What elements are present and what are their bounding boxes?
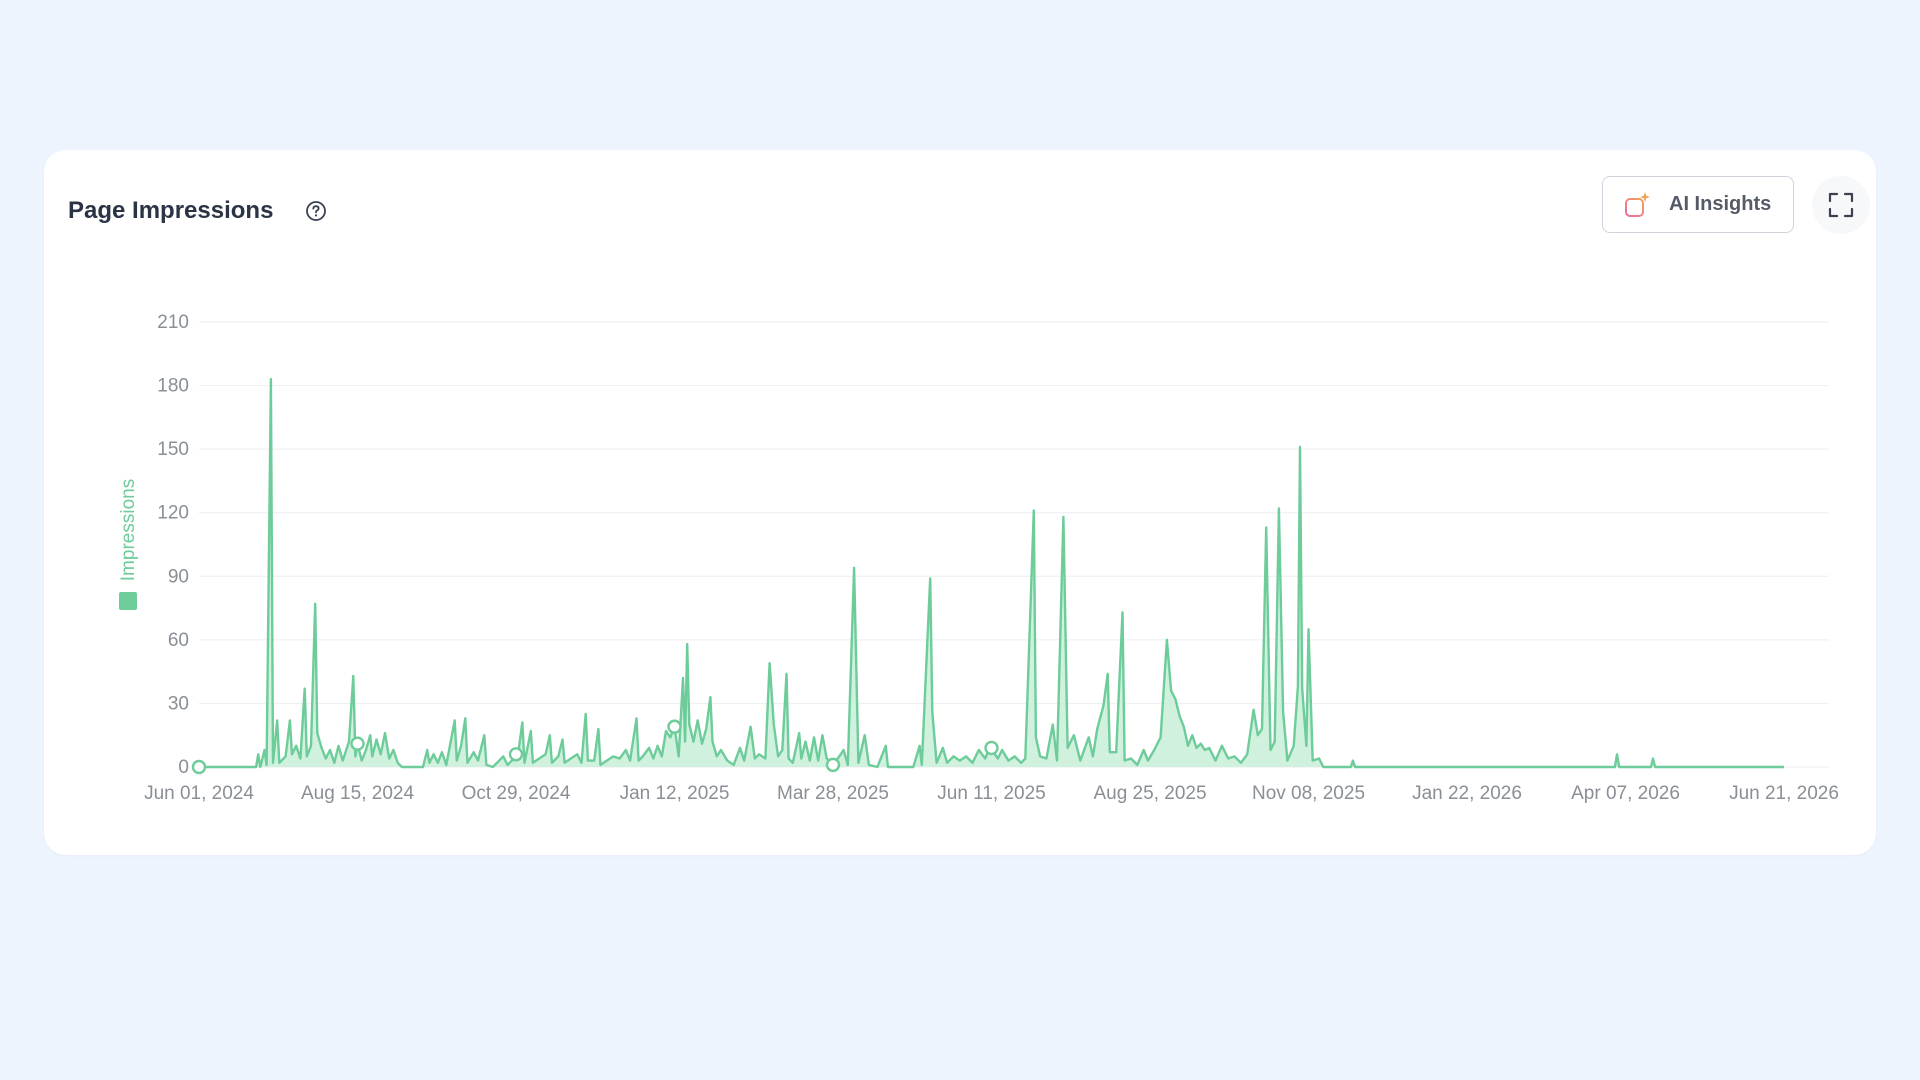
y-tick-label: 120: [157, 503, 189, 524]
series-area: [199, 379, 1784, 767]
y-tick-label: 210: [157, 312, 189, 333]
x-tick-label: Nov 08, 2025: [1252, 783, 1365, 804]
x-tick-label: Aug 15, 2024: [301, 783, 414, 804]
y-tick-label: 90: [168, 566, 189, 587]
data-point-marker[interactable]: [984, 740, 999, 756]
x-tick-label: Oct 29, 2024: [462, 783, 571, 804]
y-tick-label: 180: [157, 376, 189, 397]
x-tick-label: Jun 11, 2025: [937, 783, 1045, 804]
x-tick-label: Mar 28, 2025: [777, 783, 889, 804]
chart-grid: [199, 321, 1829, 768]
x-tick-label: Jun 01, 2024: [144, 783, 254, 804]
legend-label-impressions: Impressions: [118, 479, 139, 581]
y-tick-label: 60: [168, 630, 189, 651]
page-impressions-card: Page Impressions AI Insights 0 30 60 90 …: [44, 150, 1876, 855]
data-point-marker[interactable]: [825, 757, 841, 773]
data-point-marker[interactable]: [191, 759, 207, 775]
y-tick-label: 0: [178, 757, 189, 778]
y-tick-label: 30: [168, 693, 189, 714]
x-tick-label: Jan 12, 2025: [620, 783, 730, 804]
x-tick-label: Aug 25, 2025: [1093, 783, 1206, 804]
x-axis-ticks: Jun 01, 2024 Aug 15, 2024 Oct 29, 2024 Jan …: [144, 783, 1839, 804]
data-point-marker[interactable]: [508, 747, 524, 762]
data-point-marker[interactable]: [667, 719, 682, 734]
chart-legend[interactable]: Impressions: [118, 479, 139, 610]
x-tick-label: Jun 21, 2026: [1729, 783, 1839, 804]
data-point-marker[interactable]: [350, 736, 365, 751]
x-tick-label: Apr 07, 2026: [1571, 783, 1680, 804]
y-axis-ticks: 0 30 60 90 120 150 180 210: [157, 312, 189, 778]
x-tick-label: Jan 22, 2026: [1412, 783, 1522, 804]
impressions-chart: 0 30 60 90 120 150 180 210 Jun 01, 2024 Aug 15, …: [118, 312, 1839, 804]
y-tick-label: 150: [157, 439, 189, 460]
series-line: [199, 378, 1784, 769]
legend-swatch: [119, 592, 137, 610]
